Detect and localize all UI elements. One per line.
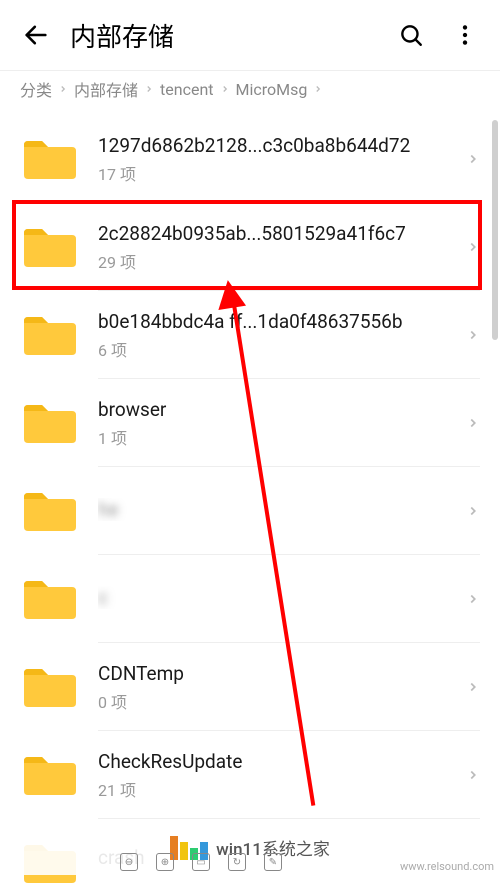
folder-count: 21 项 <box>98 777 456 801</box>
folder-row[interactable]: b0e184bbdc4a ff...1da0f48637556b 6 项 <box>0 291 500 379</box>
folder-count: 0 项 <box>98 689 456 713</box>
breadcrumb-item[interactable]: 分类 <box>20 77 52 101</box>
tool-icon: ⊖ <box>120 853 138 871</box>
search-icon <box>398 22 424 48</box>
tool-icon: ⊕ <box>156 853 174 871</box>
file-info: 2c28824b0935ab...5801529a41f6c7 29 项 <box>98 222 456 273</box>
folder-row[interactable]: he <box>0 467 500 555</box>
chevron-right-icon <box>466 152 480 166</box>
file-info: 1297d6862b2128...c3c0ba8b644d72 17 项 <box>98 134 456 185</box>
folder-row[interactable]: 1297d6862b2128...c3c0ba8b644d72 17 项 <box>0 115 500 203</box>
tool-icon: ▭ <box>192 853 210 871</box>
chevron-right-icon <box>466 768 480 782</box>
watermark-url: www.relsound.com <box>400 860 494 873</box>
file-info: he <box>98 498 456 525</box>
folder-count: 29 项 <box>98 249 456 273</box>
folder-row[interactable]: CheckResUpdate 21 项 <box>0 731 500 819</box>
folder-row[interactable]: 2c28824b0935ab...5801529a41f6c7 29 项 <box>0 203 500 291</box>
folder-name: browser <box>98 398 456 421</box>
folder-row[interactable]: CDNTemp 0 项 <box>0 643 500 731</box>
folder-name: 2c28824b0935ab...5801529a41f6c7 <box>98 222 456 245</box>
folder-icon <box>20 399 80 447</box>
chevron-right-icon <box>466 328 480 342</box>
file-info: c <box>98 586 456 613</box>
folder-name: he <box>98 498 456 521</box>
arrow-left-icon <box>22 21 50 49</box>
header-actions <box>396 20 480 50</box>
folder-icon <box>20 751 80 799</box>
folder-count: 1 项 <box>98 425 456 449</box>
chevron-right-icon <box>466 240 480 254</box>
chevron-right-icon <box>58 84 68 94</box>
folder-icon <box>20 487 80 535</box>
header: 内部存储 <box>0 0 500 70</box>
chevron-right-icon <box>466 504 480 518</box>
folder-icon <box>20 135 80 183</box>
chevron-right-icon <box>466 680 480 694</box>
page-title: 内部存储 <box>70 17 396 54</box>
file-info: b0e184bbdc4a ff...1da0f48637556b 6 项 <box>98 310 456 361</box>
folder-row[interactable]: browser 1 项 <box>0 379 500 467</box>
folder-name: CDNTemp <box>98 662 456 685</box>
back-button[interactable] <box>18 17 54 53</box>
chevron-right-icon <box>466 592 480 606</box>
chevron-right-icon <box>220 84 230 94</box>
folder-row[interactable]: c <box>0 555 500 643</box>
more-vertical-icon <box>452 22 478 48</box>
folder-name: c <box>98 586 456 609</box>
search-button[interactable] <box>396 20 426 50</box>
breadcrumb-item[interactable]: 内部存储 <box>74 77 138 101</box>
file-info: browser 1 项 <box>98 398 456 449</box>
folder-icon <box>20 311 80 359</box>
folder-name: b0e184bbdc4a ff...1da0f48637556b <box>98 310 456 333</box>
breadcrumb: 分类 内部存储 tencent MicroMsg <box>0 71 500 107</box>
folder-icon <box>20 575 80 623</box>
folder-name: 1297d6862b2128...c3c0ba8b644d72 <box>98 134 456 157</box>
scrollbar[interactable] <box>492 120 498 340</box>
breadcrumb-item[interactable]: MicroMsg <box>236 80 308 99</box>
folder-count: 17 项 <box>98 161 456 185</box>
folder-icon <box>20 223 80 271</box>
file-list: 1297d6862b2128...c3c0ba8b644d72 17 项 2c2… <box>0 107 500 887</box>
tool-icon: ↻ <box>228 853 246 871</box>
folder-icon <box>20 663 80 711</box>
tool-icon: ✎ <box>264 853 282 871</box>
file-info: CheckResUpdate 21 项 <box>98 750 456 801</box>
folder-name: CheckResUpdate <box>98 750 456 773</box>
editor-toolbar: ⊖ ⊕ ▭ ↻ ✎ <box>120 853 282 871</box>
chevron-right-icon <box>144 84 154 94</box>
chevron-right-icon <box>313 84 323 94</box>
more-button[interactable] <box>450 20 480 50</box>
folder-count: 6 项 <box>98 337 456 361</box>
chevron-right-icon <box>466 416 480 430</box>
file-info: CDNTemp 0 项 <box>98 662 456 713</box>
breadcrumb-item[interactable]: tencent <box>160 80 213 99</box>
